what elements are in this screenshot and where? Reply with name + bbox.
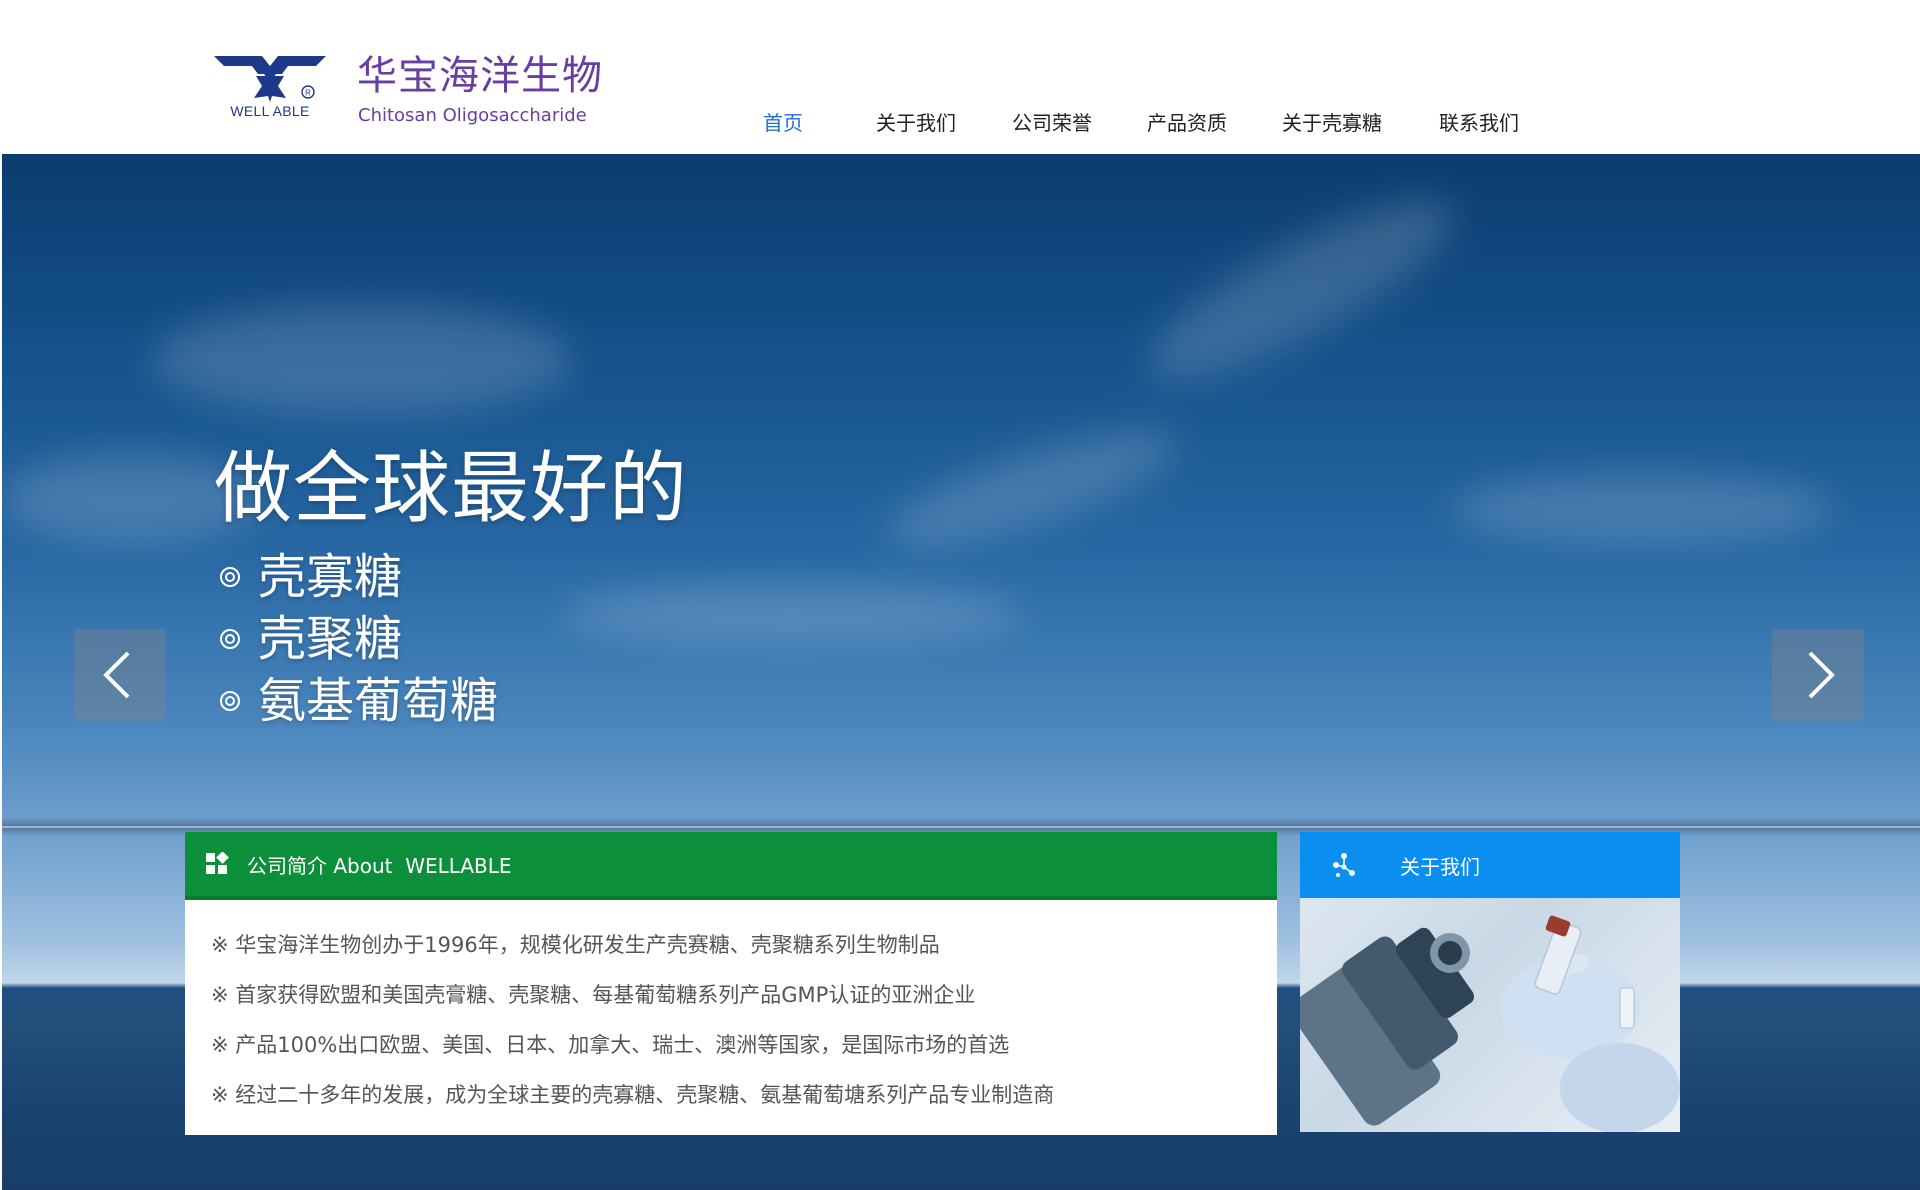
company-intro-header: 公司简介 About WELLABLE — [185, 832, 1277, 900]
cloud-shape — [878, 409, 1186, 569]
nav-item-qualifications[interactable]: 产品资质 — [1147, 108, 1227, 138]
hero-item-text: 壳寡糖 — [258, 549, 403, 605]
horizon-line — [2, 826, 1920, 828]
cloud-shape — [562, 584, 1022, 644]
hero-list-item: 氨基葡萄糖 — [216, 670, 498, 732]
intro-line: ※ 华宝海洋生物创办于1996年，规模化研发生产壳赛糖、壳聚糖系列生物制品 — [211, 933, 940, 957]
company-intro-body: ※ 华宝海洋生物创办于1996年，规模化研发生产壳赛糖、壳聚糖系列生物制品 ※ … — [185, 900, 1277, 1120]
about-us-card[interactable]: 关于我们 — [1300, 832, 1680, 1132]
microscope-lab-image — [1300, 898, 1680, 1132]
about-us-card-title: 关于我们 — [1400, 854, 1480, 879]
hero-item-text: 氨基葡萄糖 — [258, 673, 499, 729]
company-intro-title: 公司简介 About WELLABLE — [247, 853, 512, 878]
intro-line: ※ 首家获得欧盟和美国壳膏糖、壳聚糖、每基葡萄糖系列产品GMP认证的亚洲企业 — [211, 983, 976, 1007]
hero-list-item: 壳寡糖 — [216, 546, 498, 608]
about-us-card-header: 关于我们 — [1300, 832, 1680, 898]
molecule-icon — [1330, 851, 1358, 879]
carousel-prev-button[interactable] — [74, 629, 166, 721]
intro-line: ※ 产品100%出口欧盟、美国、日本、加拿大、瑞士、澳洲等国家，是国际市场的首选 — [211, 1033, 1010, 1057]
cloud-shape — [1452, 474, 1832, 544]
grid-icon — [205, 852, 229, 876]
hero-product-list: 壳寡糖 壳聚糖 氨基葡萄糖 — [216, 546, 498, 732]
site-header: R WELL ABLE 华宝海洋生物 Chitosan Oligosacchar… — [0, 0, 1920, 154]
logo-wordmark: WELL ABLE — [230, 103, 310, 119]
nav-item-honors[interactable]: 公司荣誉 — [1012, 108, 1092, 138]
circle-bullet-icon — [216, 562, 246, 592]
circle-bullet-icon — [216, 624, 246, 654]
cloud-shape — [152, 304, 572, 414]
company-intro-panel: 公司简介 About WELLABLE ※ 华宝海洋生物创办于1996年，规模化… — [185, 832, 1277, 1135]
hero-item-text: 壳聚糖 — [258, 611, 403, 667]
chevron-left-icon — [103, 651, 130, 699]
nav-item-contact[interactable]: 联系我们 — [1439, 108, 1519, 138]
brand-name-cn[interactable]: 华宝海洋生物 — [357, 52, 603, 100]
hero-list-item: 壳聚糖 — [216, 608, 498, 670]
hero-title: 做全球最好的 — [214, 444, 689, 534]
nav-item-about-us[interactable]: 关于我们 — [876, 108, 956, 138]
svg-text:R: R — [305, 89, 311, 98]
carousel-next-button[interactable] — [1772, 629, 1864, 721]
intro-line: ※ 经过二十多年的发展，成为全球主要的壳寡糖、壳聚糖、氨基葡萄塘系列产品专业制造… — [211, 1083, 1055, 1107]
brand-name-en: Chitosan Oligosaccharide — [358, 105, 587, 126]
nav-item-about-cos[interactable]: 关于壳寡糖 — [1282, 108, 1382, 138]
chevron-right-icon — [1808, 651, 1835, 699]
circle-bullet-icon — [216, 686, 246, 716]
cloud-shape — [1130, 169, 1474, 409]
nav-item-home[interactable]: 首页 — [763, 108, 803, 138]
